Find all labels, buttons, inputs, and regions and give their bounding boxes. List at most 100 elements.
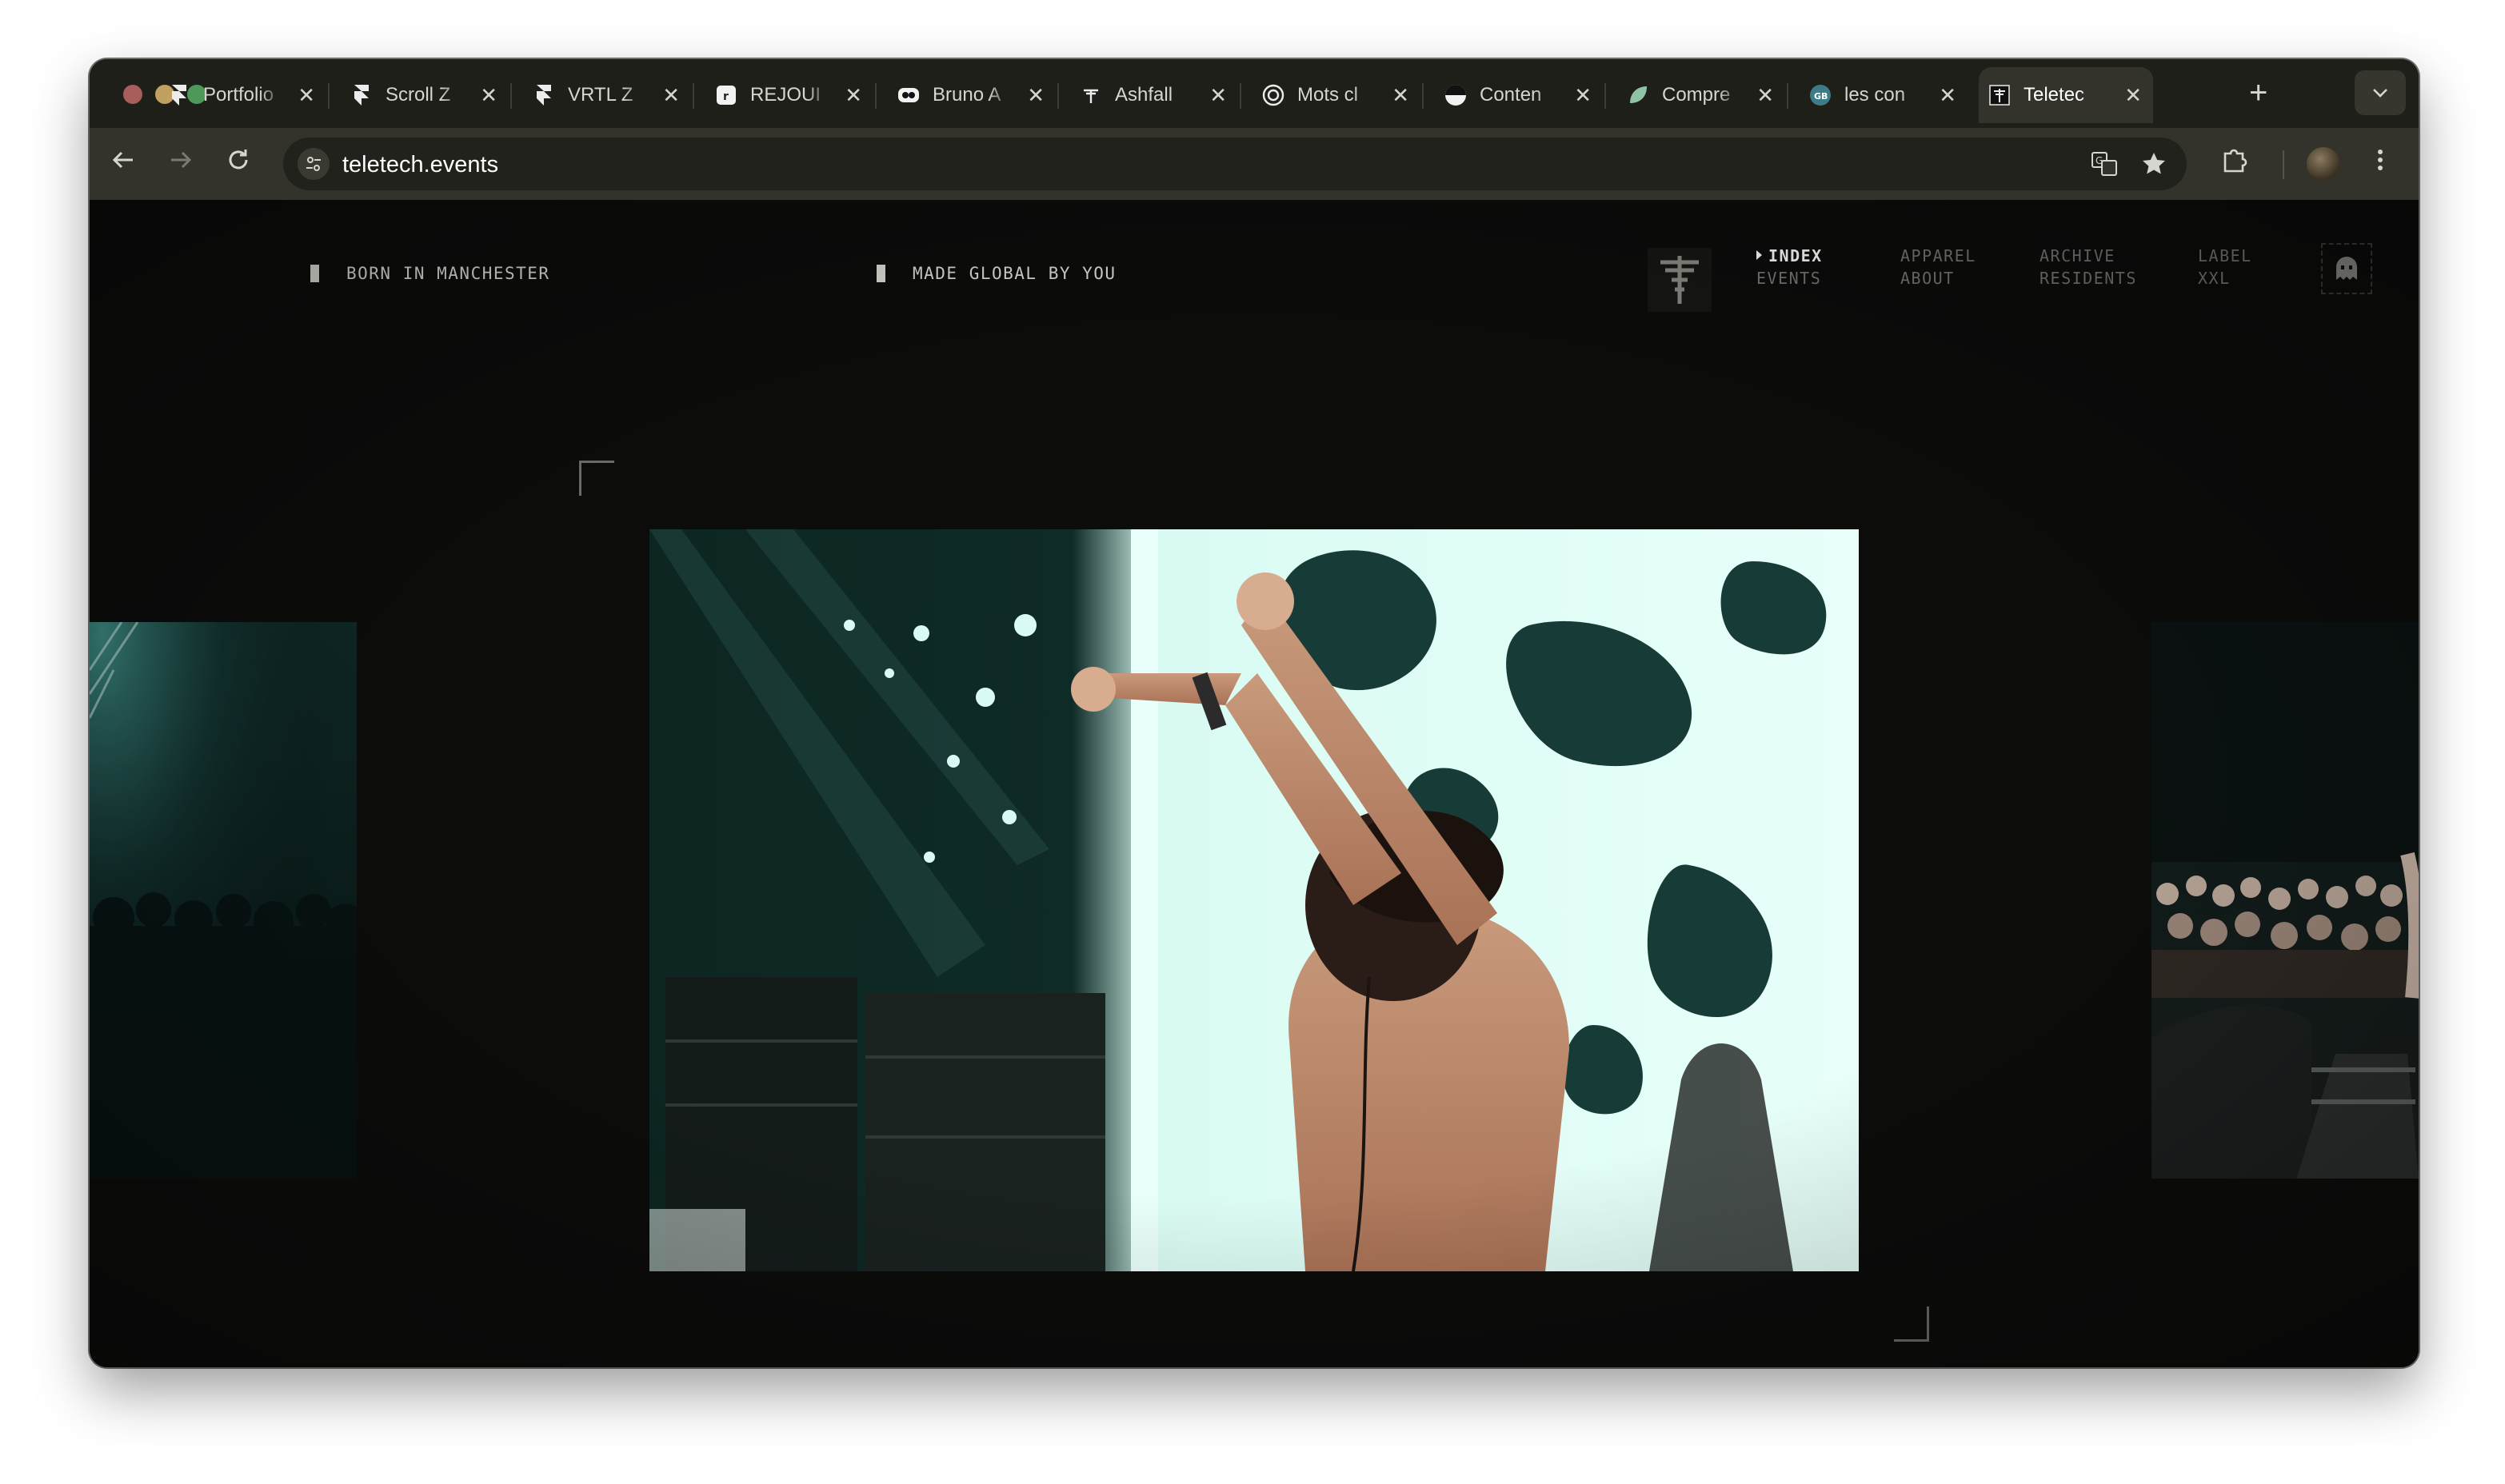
ghost-menu-button[interactable] <box>2321 243 2372 294</box>
address-bar[interactable]: teletech.events G <box>283 138 2187 190</box>
frame-corner-top-left <box>579 461 614 496</box>
nav-about[interactable]: ABOUT <box>1900 267 1976 289</box>
tab-separator <box>510 83 512 109</box>
tab-title: Portfolio <box>203 84 274 106</box>
close-tab-icon[interactable]: ✕ <box>1574 83 1592 108</box>
nav-label[interactable]: LABEL <box>2198 245 2252 267</box>
tab-title: les con <box>1844 84 1906 106</box>
teletech-icon <box>1988 84 2011 106</box>
tab-separator <box>328 83 330 109</box>
close-tab-icon[interactable]: ✕ <box>2124 83 2142 108</box>
gb-icon: GB <box>1809 84 1832 106</box>
nav-events[interactable]: EVENTS <box>1756 267 1823 289</box>
site-settings-icon[interactable] <box>298 148 330 180</box>
close-window-button[interactable] <box>123 85 142 104</box>
close-tab-icon[interactable]: ✕ <box>298 83 315 108</box>
hero-photo-performer[interactable] <box>649 529 1859 1271</box>
tab-ashfall[interactable]: Ashfall ✕ <box>1070 67 1238 123</box>
tab-bruno[interactable]: Bruno A ✕ <box>888 67 1056 123</box>
nav-group-index-events: INDEX EVENTS <box>1756 245 1823 289</box>
tab-title: Scroll Z <box>386 84 451 106</box>
rejoui-icon: r <box>715 84 737 106</box>
tab-separator <box>1057 83 1059 109</box>
tab-rejoui[interactable]: r REJOUI ✕ <box>705 67 873 123</box>
close-tab-icon[interactable]: ✕ <box>1939 83 1956 108</box>
forward-arrow-icon[interactable] <box>166 146 195 182</box>
close-tab-icon[interactable]: ✕ <box>480 83 497 108</box>
svg-text:r: r <box>723 90 729 103</box>
framer-icon <box>533 84 555 106</box>
tab-strip: Portfolio ✕ Scroll Z ✕ VRTL Z ✕ r REJOUI… <box>90 59 2419 128</box>
tab-portfolio[interactable]: Portfolio ✕ <box>158 67 326 123</box>
tab-separator <box>875 83 877 109</box>
tab-scroll[interactable]: Scroll Z ✕ <box>341 67 509 123</box>
nav-residents[interactable]: RESIDENTS <box>2040 267 2137 289</box>
tab-search-chevron-icon[interactable] <box>2355 70 2406 115</box>
reload-icon[interactable] <box>224 146 253 182</box>
tab-title: Compre <box>1662 84 1731 106</box>
bookmark-star-icon[interactable] <box>2140 150 2167 184</box>
tab-content[interactable]: Conten ✕ <box>1435 67 1603 123</box>
profile-avatar[interactable] <box>2307 147 2340 181</box>
framer-icon <box>168 84 190 106</box>
browser-menu-kebab-icon[interactable] <box>2375 146 2385 182</box>
tagline-left-text: BORN IN MANCHESTER <box>346 264 550 283</box>
ghost-icon <box>2336 257 2357 280</box>
close-tab-icon[interactable]: ✕ <box>1027 83 1045 108</box>
tab-separator <box>693 83 694 109</box>
frame-corner-bottom-right <box>1894 1306 1929 1342</box>
openai-icon <box>1262 84 1284 106</box>
framer-icon <box>350 84 373 106</box>
svg-text:GB: GB <box>1814 91 1828 102</box>
tab-title: Ashfall <box>1115 84 1173 106</box>
tab-separator <box>1422 83 1424 109</box>
nav-xxl[interactable]: XXL <box>2198 267 2252 289</box>
tab-title: Bruno A <box>933 84 1001 106</box>
carousel-photo-left[interactable] <box>90 622 357 1179</box>
nav-group-label-xxl: LABEL XXL <box>2198 245 2252 289</box>
tab-separator <box>1787 83 1788 109</box>
close-tab-icon[interactable]: ✕ <box>845 83 862 108</box>
tagline-bar-marker <box>310 265 319 282</box>
site-header: BORN IN MANCHESTER MADE GLOBAL BY YOU IN… <box>90 200 2419 336</box>
translate-icon[interactable]: G <box>2091 150 2118 184</box>
nav-index[interactable]: INDEX <box>1756 245 1823 267</box>
new-tab-plus-icon[interactable]: + <box>2249 75 2267 111</box>
teletech-logo[interactable] <box>1648 248 1712 312</box>
extensions-puzzle-icon[interactable] <box>2220 146 2249 182</box>
address-url[interactable]: teletech.events <box>342 152 498 178</box>
bruno-icon <box>897 84 920 106</box>
close-tab-icon[interactable]: ✕ <box>1756 83 1774 108</box>
tab-separator <box>1240 83 1241 109</box>
svg-text:G: G <box>2095 155 2103 166</box>
ashfall-icon <box>1080 84 1102 106</box>
tab-compre[interactable]: Compre ✕ <box>1617 67 1785 123</box>
tab-title: Teletec <box>2024 84 2085 106</box>
back-arrow-icon[interactable] <box>109 146 138 182</box>
tagline-right-text: MADE GLOBAL BY YOU <box>913 264 1117 283</box>
carousel-photo-right[interactable] <box>2151 622 2419 1179</box>
browser-window: Portfolio ✕ Scroll Z ✕ VRTL Z ✕ r REJOUI… <box>90 59 2419 1367</box>
leaf-icon <box>1627 84 1649 106</box>
tagline-made-global: MADE GLOBAL BY YOU <box>877 264 1117 283</box>
nav-group-apparel-about: APPAREL ABOUT <box>1900 245 1976 289</box>
nav-group-archive-residents: ARCHIVE RESIDENTS <box>2040 245 2137 289</box>
tab-title: Mots cl <box>1297 84 1359 106</box>
nav-archive[interactable]: ARCHIVE <box>2040 245 2137 267</box>
tagline-bar-marker <box>877 265 885 282</box>
close-tab-icon[interactable]: ✕ <box>1392 83 1409 108</box>
toolbar-divider <box>2283 150 2284 179</box>
tab-title: REJOUI <box>750 84 821 106</box>
close-tab-icon[interactable]: ✕ <box>1209 83 1227 108</box>
tagline-born-in-manchester: BORN IN MANCHESTER <box>310 264 550 283</box>
page-viewport: BORN IN MANCHESTER MADE GLOBAL BY YOU IN… <box>90 200 2419 1367</box>
tab-teletech[interactable]: Teletec ✕ <box>1979 67 2153 123</box>
nav-apparel[interactable]: APPAREL <box>1900 245 1976 267</box>
content-icon <box>1444 84 1467 106</box>
tab-title: Conten <box>1480 84 1542 106</box>
tab-les-con[interactable]: GB les con ✕ <box>1800 67 1968 123</box>
tab-mots[interactable]: Mots cl ✕ <box>1252 67 1420 123</box>
close-tab-icon[interactable]: ✕ <box>662 83 680 108</box>
browser-toolbar: teletech.events G <box>90 128 2419 200</box>
tab-vrtl[interactable]: VRTL Z ✕ <box>523 67 691 123</box>
